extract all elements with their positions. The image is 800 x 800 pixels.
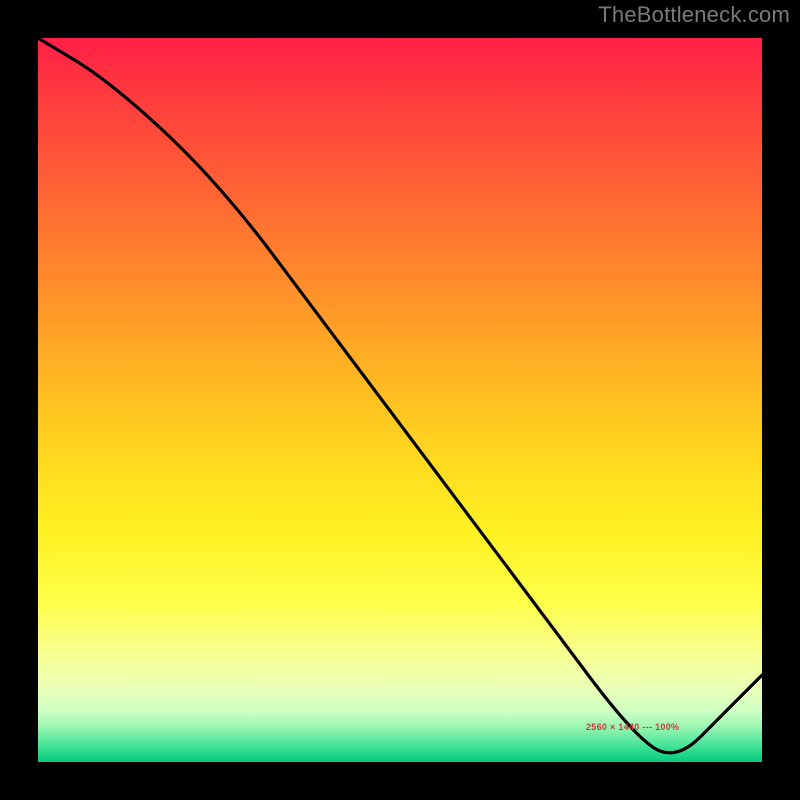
resolution-marker-label: 2560 × 1440 --- 100% <box>586 722 679 732</box>
curve-path <box>38 38 762 753</box>
bottleneck-curve <box>38 38 762 762</box>
watermark-text: TheBottleneck.com <box>598 2 790 28</box>
plot-frame: 2560 × 1440 --- 100% <box>35 35 765 765</box>
chart-container: TheBottleneck.com 2560 × 1440 --- 100% <box>0 0 800 800</box>
